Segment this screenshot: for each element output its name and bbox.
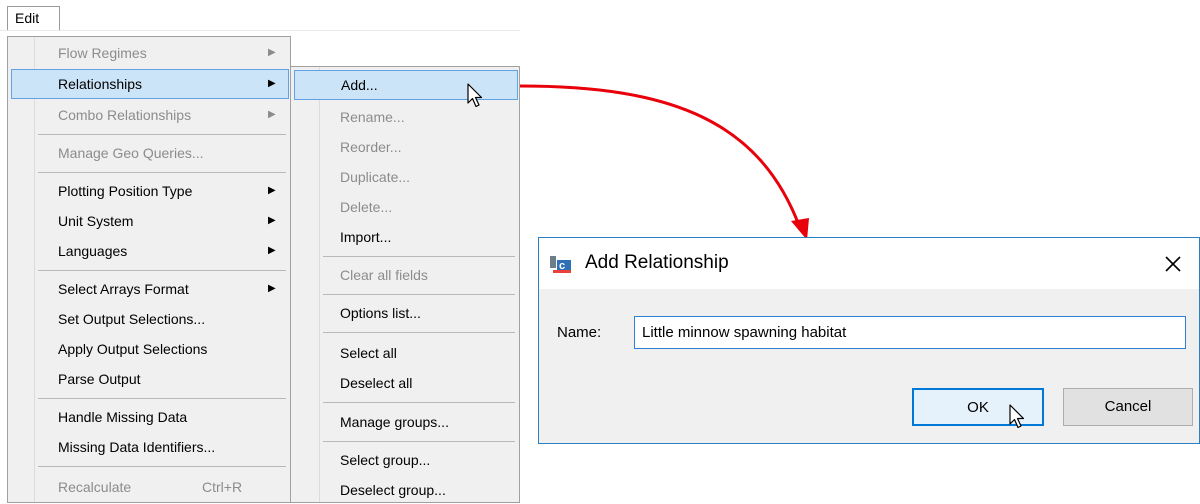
name-label: Name: bbox=[557, 324, 602, 341]
app-icon: c bbox=[550, 256, 571, 273]
name-input[interactable]: Little minnow spawning habitat bbox=[634, 316, 1186, 349]
add-relationship-dialog: c Add Relationship Name: Little minnow s… bbox=[538, 237, 1200, 444]
mouse-cursor-icon bbox=[1009, 404, 1025, 429]
close-icon[interactable] bbox=[1159, 250, 1187, 278]
cancel-button[interactable]: Cancel bbox=[1063, 388, 1193, 426]
dialog-titlebar: c Add Relationship bbox=[539, 238, 1199, 289]
dialog-title: Add Relationship bbox=[585, 252, 729, 273]
